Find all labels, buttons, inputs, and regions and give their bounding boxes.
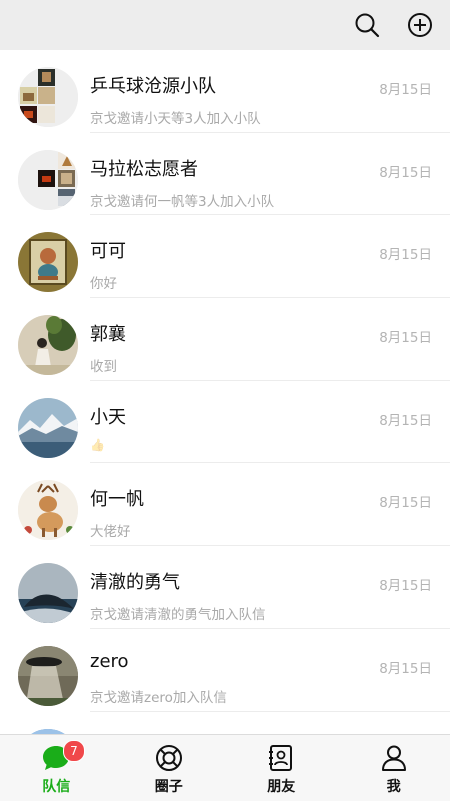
avatar (18, 232, 78, 292)
bottom-tab-bar: 7 队信 圈子 朋友 (0, 734, 450, 801)
avatar (18, 315, 78, 375)
conversation-item[interactable]: 清澈的勇气 8月15日 京戈邀请清澈的勇气加入队信 (0, 546, 450, 629)
conversation-list: 乒乓球沧源小队 8月15日 京戈邀请小天等3人加入小队 马拉松志愿者 8月15日… (0, 50, 450, 734)
conversation-preview: 你好 (90, 272, 117, 292)
conversation-item[interactable]: 小天 8月15日 👍 (0, 381, 450, 464)
conversation-item[interactable]: 何一帆 8月15日 大佬好 (0, 463, 450, 546)
tab-label: 朋友 (225, 776, 338, 796)
conversation-preview: 京戈邀请小天等3人加入小队 (90, 107, 261, 127)
plus-circle-icon[interactable] (406, 11, 434, 39)
conversation-name: 乒乓球沧源小队 (90, 72, 216, 98)
tab-me[interactable]: 我 (338, 735, 450, 801)
conversation-item[interactable]: 乒乓球沧源小队 8月15日 京戈邀请小天等3人加入小队 (0, 50, 450, 133)
conversation-preview: 👍 (90, 438, 105, 452)
conversation-time: 8月15日 (379, 657, 432, 677)
group-avatar (18, 67, 78, 127)
conversation-time: 8月15日 (379, 326, 432, 346)
conversation-time: 8月15日 (379, 409, 432, 429)
conversation-item[interactable]: zero 8月15日 京戈邀请zero加入队信 (0, 629, 450, 712)
conversation-name: zero (90, 651, 129, 672)
conversation-name: 小天 (90, 403, 126, 429)
conversation-time: 8月15日 (379, 574, 432, 594)
conversation-time: 8月15日 (379, 161, 432, 181)
avatar (18, 646, 78, 706)
tab-label: 队信 (0, 776, 113, 796)
conversation-name: 可可 (90, 237, 126, 263)
tab-friends[interactable]: 朋友 (225, 735, 338, 801)
conversation-item[interactable]: 马拉松志愿者 8月15日 京戈邀请何一帆等3人加入小队 (0, 133, 450, 216)
person-icon (379, 743, 409, 773)
avatar (18, 398, 78, 458)
conversation-preview: 收到 (90, 355, 117, 375)
lifebuoy-icon (154, 743, 184, 773)
conversation-preview: 京戈邀请何一帆等3人加入小队 (90, 190, 274, 210)
conversation-item[interactable] (0, 712, 450, 735)
conversation-preview: 大佬好 (90, 520, 131, 540)
tab-circles[interactable]: 圈子 (113, 735, 226, 801)
conversation-preview: 京戈邀请清澈的勇气加入队信 (90, 603, 266, 623)
conversation-name: 郭襄 (90, 320, 126, 346)
conversation-name: 何一帆 (90, 485, 144, 511)
tab-messages[interactable]: 7 队信 (0, 735, 113, 801)
conversation-time: 8月15日 (379, 243, 432, 263)
avatar (18, 563, 78, 623)
conversation-item[interactable]: 可可 8月15日 你好 (0, 215, 450, 298)
tab-label: 圈子 (113, 776, 226, 796)
conversation-time: 8月15日 (379, 491, 432, 511)
conversation-item[interactable]: 郭襄 8月15日 收到 (0, 298, 450, 381)
unread-badge: 7 (63, 740, 85, 762)
search-icon[interactable] (353, 11, 381, 39)
group-avatar (18, 150, 78, 210)
contacts-book-icon (266, 743, 296, 773)
conversation-time: 8月15日 (379, 78, 432, 98)
conversation-preview: 京戈邀请zero加入队信 (90, 686, 227, 706)
tab-label: 我 (338, 776, 450, 796)
conversation-name: 马拉松志愿者 (90, 155, 198, 181)
top-bar (0, 0, 450, 50)
conversation-name: 清澈的勇气 (90, 568, 180, 594)
avatar (18, 480, 78, 540)
